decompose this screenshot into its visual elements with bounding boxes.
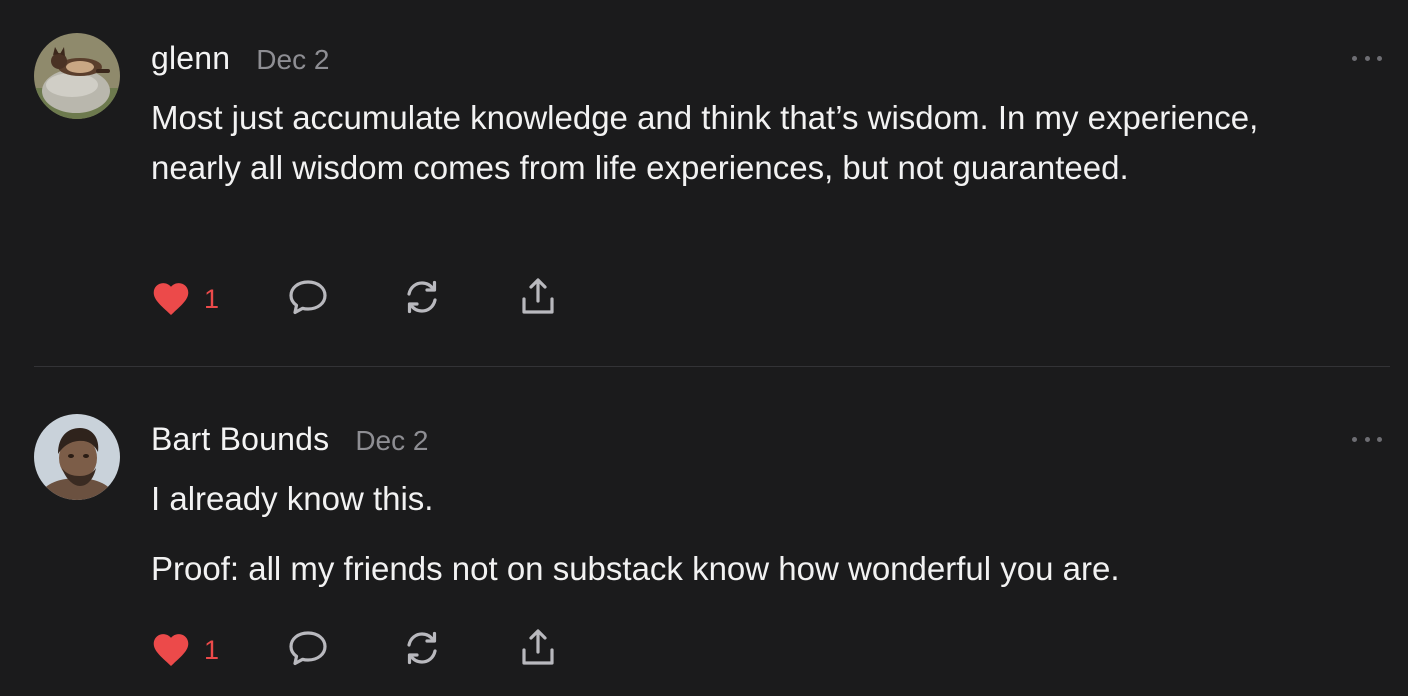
speech-bubble-icon	[286, 628, 330, 673]
comment-date[interactable]: Dec 2	[256, 44, 329, 76]
like-count: 1	[204, 283, 220, 314]
ellipsis-icon	[1352, 55, 1357, 61]
restack-button[interactable]	[400, 628, 444, 672]
refresh-icon	[400, 275, 444, 324]
comment-paragraph: Proof: all my friends not on substack kn…	[151, 550, 1120, 587]
comment-header: glenn Dec 2	[151, 40, 329, 77]
speech-bubble-icon	[286, 277, 330, 322]
avatar-image-cat	[34, 33, 120, 119]
refresh-icon	[400, 626, 444, 675]
avatar-image-figure	[34, 414, 120, 500]
like-button[interactable]: 1	[150, 277, 219, 321]
comment-actions: 1	[150, 628, 570, 672]
comment-paragraph: I already know this.	[151, 480, 434, 517]
reply-button[interactable]	[286, 628, 330, 672]
avatar[interactable]	[34, 414, 120, 500]
author-name[interactable]: glenn	[151, 40, 230, 77]
avatar[interactable]	[34, 33, 120, 119]
share-upload-icon	[516, 626, 560, 675]
share-upload-icon	[516, 275, 560, 324]
like-button[interactable]: 1	[150, 628, 219, 672]
comment-actions: 1	[150, 277, 570, 321]
comment-body: Most just accumulate knowledge and think…	[151, 93, 1291, 193]
author-name[interactable]: Bart Bounds	[151, 421, 329, 458]
share-button[interactable]	[516, 628, 560, 672]
comment-paragraph: Most just accumulate knowledge and think…	[151, 99, 1259, 186]
comment-divider	[34, 366, 1390, 367]
comment-body: I already know this. Proof: all my frien…	[151, 474, 1291, 594]
comment-header: Bart Bounds Dec 2	[151, 421, 428, 458]
like-count: 1	[204, 634, 220, 665]
comment-date[interactable]: Dec 2	[355, 425, 428, 457]
more-options-button[interactable]	[1352, 434, 1382, 444]
share-button[interactable]	[516, 277, 560, 321]
reply-button[interactable]	[286, 277, 330, 321]
more-options-button[interactable]	[1352, 53, 1382, 63]
heart-icon	[150, 629, 192, 672]
restack-button[interactable]	[400, 277, 444, 321]
ellipsis-icon	[1352, 436, 1357, 442]
heart-icon	[150, 278, 192, 321]
